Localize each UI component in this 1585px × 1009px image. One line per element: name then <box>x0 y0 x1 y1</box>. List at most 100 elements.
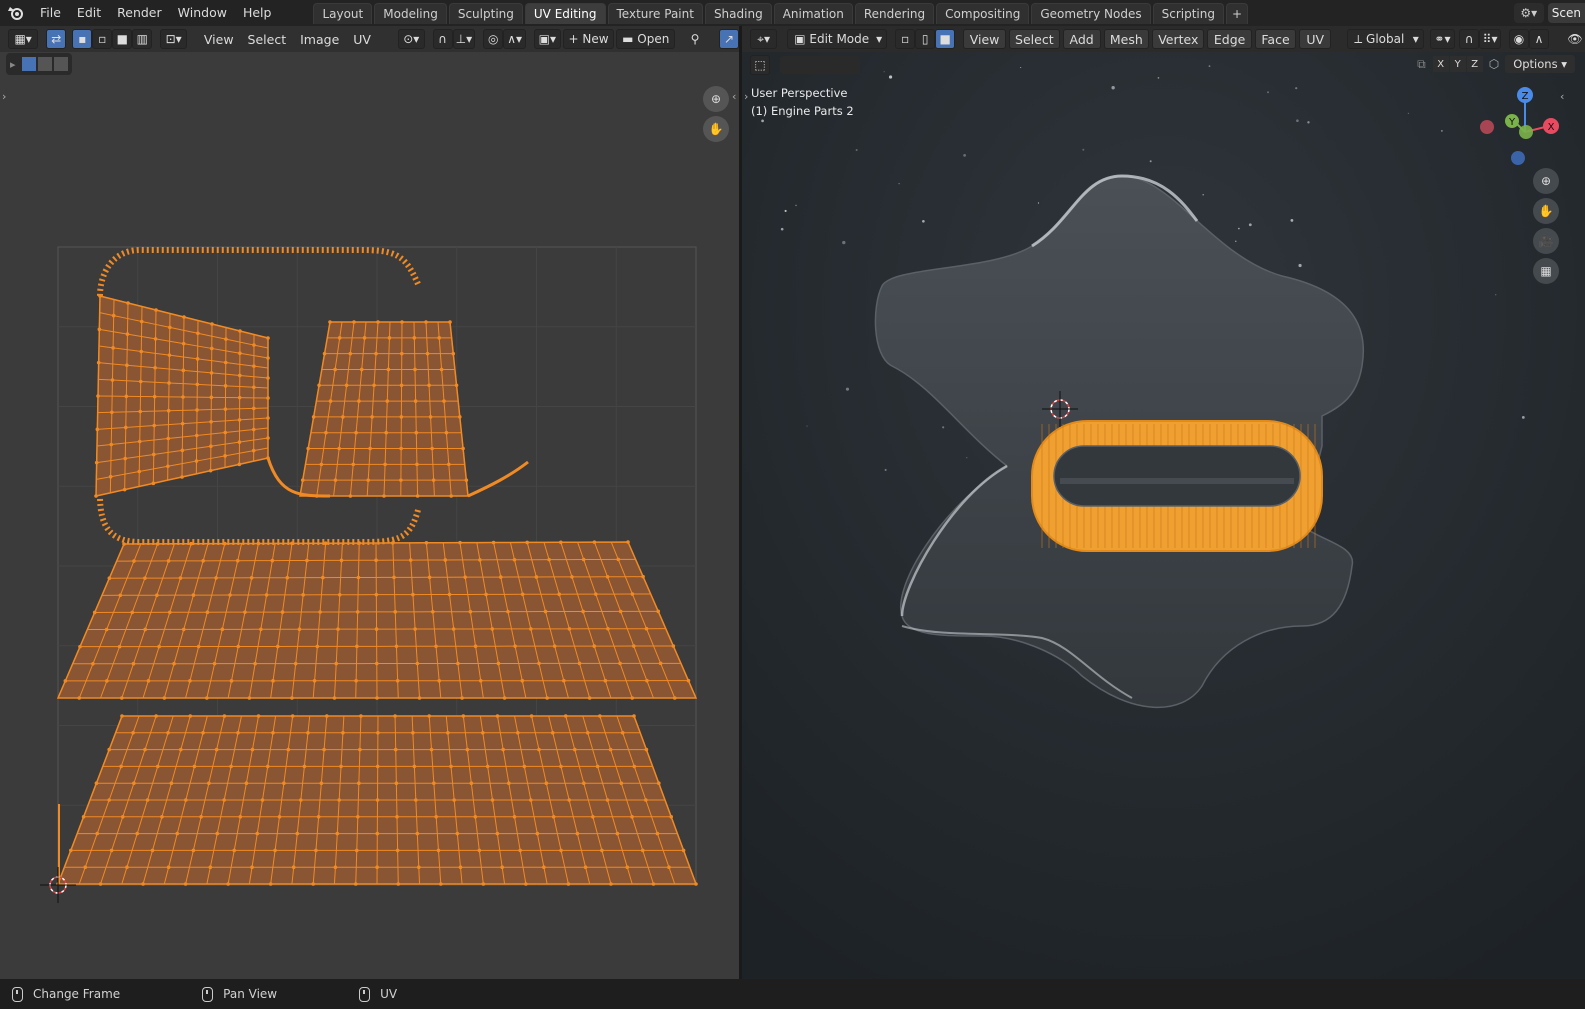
uv-vertex[interactable] <box>460 696 464 700</box>
uv-vertex[interactable] <box>235 558 240 563</box>
uv-vertex[interactable] <box>105 679 109 683</box>
uv-vertex[interactable] <box>311 415 316 419</box>
uv-vertex[interactable] <box>291 865 296 869</box>
uv-vertex[interactable] <box>570 575 574 579</box>
uv-vertex[interactable] <box>123 425 128 430</box>
uv-vertex[interactable] <box>522 764 527 769</box>
snap-target-icon[interactable]: ⊥▾ <box>452 29 476 49</box>
view-object-types-icon[interactable]: 👁 <box>1565 29 1585 49</box>
uv-vertex[interactable] <box>154 714 158 718</box>
uv-vertex[interactable] <box>618 661 622 666</box>
uv-vertex[interactable] <box>658 661 663 666</box>
tab-rendering[interactable]: Rendering <box>854 3 935 24</box>
uv-vertex[interactable] <box>376 320 380 324</box>
uv-vertex[interactable] <box>537 661 541 666</box>
uv-vertex[interactable] <box>354 848 359 853</box>
uv-vertex[interactable] <box>319 462 324 467</box>
uv-vertex[interactable] <box>178 576 183 580</box>
uv-vertex[interactable] <box>124 394 129 399</box>
uv-vertex[interactable] <box>551 815 556 819</box>
uv-vertex[interactable] <box>314 848 318 853</box>
uv-vertex[interactable] <box>354 430 358 435</box>
uv-vertex[interactable] <box>301 593 305 597</box>
pivot-point-icon[interactable]: ⊙▾ <box>397 29 425 49</box>
uv-vertex[interactable] <box>559 848 563 853</box>
uv-vertex[interactable] <box>408 558 413 562</box>
uv-vertex[interactable] <box>478 678 483 683</box>
uv-vertex[interactable] <box>399 446 403 451</box>
uv-vertex[interactable] <box>444 430 449 435</box>
pivot-3d-icon[interactable]: ⚭▾ <box>1429 29 1456 49</box>
uv-vertex[interactable] <box>126 301 130 305</box>
gizmo-neg-z-axis[interactable] <box>1511 151 1525 165</box>
navigation-gizmo[interactable]: Z X Y <box>1477 82 1567 172</box>
uv-vertex[interactable] <box>452 798 456 802</box>
uv-vertex[interactable] <box>495 831 500 836</box>
uv-vertex[interactable] <box>111 346 115 350</box>
uv-vertex[interactable] <box>359 367 364 372</box>
uv-vertex[interactable] <box>507 781 511 785</box>
gizmo-neg-x-axis[interactable] <box>1480 120 1494 134</box>
uv-vertex[interactable] <box>368 446 372 451</box>
uv-vertex[interactable] <box>657 781 661 785</box>
uv-vertex[interactable] <box>608 747 613 752</box>
uv-vertex[interactable] <box>427 575 432 580</box>
uv-vertex[interactable] <box>515 731 520 735</box>
uv-vertex[interactable] <box>385 399 390 403</box>
uv-vertex[interactable] <box>81 815 86 819</box>
uv-vertex[interactable] <box>312 679 317 683</box>
uv-vertex[interactable] <box>559 764 563 769</box>
uv-vertex[interactable] <box>91 661 95 666</box>
uv-vertex[interactable] <box>356 575 361 580</box>
uv-vertex[interactable] <box>442 399 446 403</box>
uv-vertex[interactable] <box>437 678 442 683</box>
uv-vertex[interactable] <box>305 558 309 563</box>
uv-vertex[interactable] <box>209 371 214 375</box>
uv-vertex[interactable] <box>138 409 143 414</box>
uv-vertex[interactable] <box>184 798 188 802</box>
gizmo-toggle-icon[interactable]: ↗ <box>719 29 739 49</box>
uv-island-middle[interactable] <box>56 540 698 700</box>
uv-vertex[interactable] <box>155 764 160 769</box>
uv-vertex[interactable] <box>229 679 234 683</box>
uv-vertex[interactable] <box>138 379 143 384</box>
uv-vertex[interactable] <box>130 610 135 615</box>
vp-zoom-icon[interactable]: ⊕ <box>1533 168 1559 194</box>
uv-vertex[interactable] <box>237 395 242 400</box>
snap-icon[interactable]: ∩ <box>432 29 453 49</box>
pan-hand-icon[interactable]: ✋ <box>703 116 729 142</box>
uv-vertex[interactable] <box>581 609 585 614</box>
uv-vertex[interactable] <box>168 610 172 615</box>
uv-vertex[interactable] <box>396 882 401 886</box>
uv-vertex[interactable] <box>104 627 109 632</box>
uv-menu-uv[interactable]: UV <box>346 32 378 47</box>
uv-vertex[interactable] <box>323 541 328 545</box>
uv-vertex[interactable] <box>191 848 196 853</box>
uv-vertex[interactable] <box>285 575 290 580</box>
uv-vertex[interactable] <box>175 831 180 836</box>
uv-vertex[interactable] <box>550 731 555 735</box>
uv-vertex[interactable] <box>98 882 103 886</box>
uv-vertex[interactable] <box>415 462 419 467</box>
uv-vertex[interactable] <box>268 882 273 886</box>
uv-vertex[interactable] <box>374 351 378 356</box>
uv-vertex[interactable] <box>594 592 598 596</box>
uv-vertex[interactable] <box>325 714 329 718</box>
snap-3d-icon[interactable]: ∩ <box>1459 29 1480 49</box>
uv-vertex[interactable] <box>463 575 467 579</box>
uv-vertex[interactable] <box>166 731 170 735</box>
uv-vertex[interactable] <box>122 487 127 492</box>
uv-vertex[interactable] <box>395 815 399 819</box>
uv-vertex[interactable] <box>337 446 341 451</box>
scene-browse-icon[interactable]: ⚙▾ <box>1513 3 1544 23</box>
uv-vertex[interactable] <box>632 764 637 769</box>
menu-render[interactable]: Render <box>109 0 170 26</box>
uv-vertex[interactable] <box>273 848 277 853</box>
uv-vertex[interactable] <box>592 644 597 648</box>
cursor-tool-icon[interactable]: ▸ <box>10 58 16 71</box>
uv-vertex[interactable] <box>223 360 228 365</box>
uv-vertex[interactable] <box>317 383 321 388</box>
uv-vertex[interactable] <box>94 494 98 498</box>
uv-vertex[interactable] <box>513 644 517 648</box>
uv-vertex[interactable] <box>166 865 171 869</box>
